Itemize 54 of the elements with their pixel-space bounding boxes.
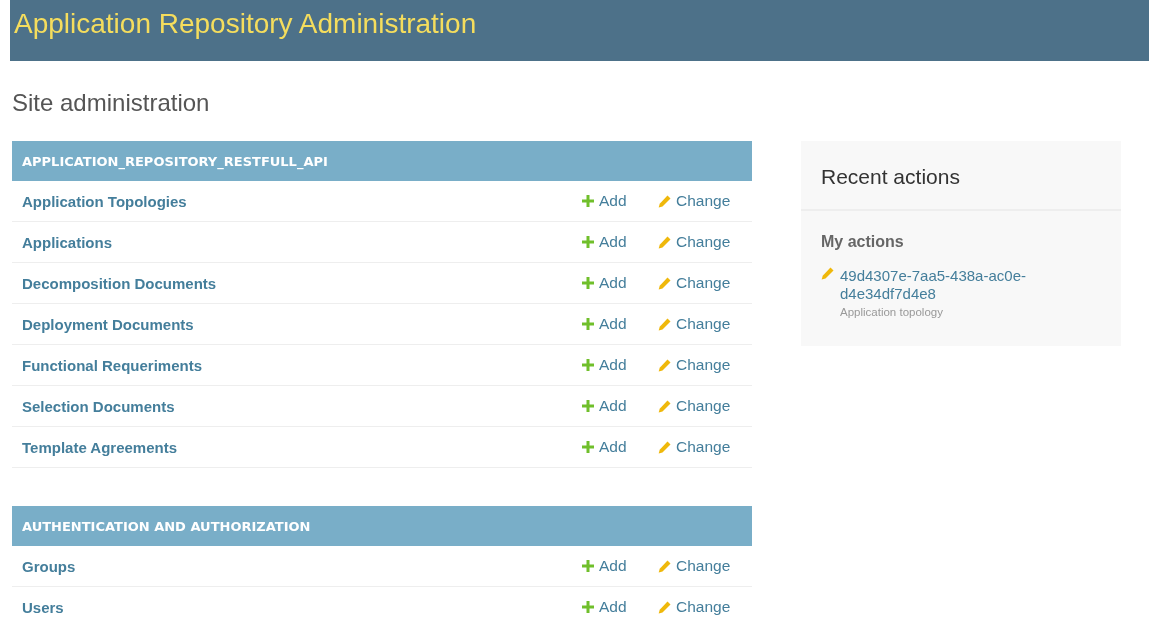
change-link[interactable]: Change [658, 598, 742, 616]
pencil-icon [821, 267, 834, 280]
add-link[interactable]: Add [582, 598, 658, 616]
model-link[interactable]: Groups [22, 557, 582, 575]
plus-icon [582, 359, 594, 371]
change-link[interactable]: Change [658, 397, 742, 415]
change-link[interactable]: Change [658, 315, 742, 333]
change-link[interactable]: Change [658, 557, 742, 575]
pencil-icon [658, 559, 671, 573]
add-link[interactable]: Add [582, 315, 658, 333]
plus-icon [582, 400, 594, 412]
add-link[interactable]: Add [582, 397, 658, 415]
plus-icon [582, 277, 594, 289]
action-type: Application topology [840, 306, 944, 318]
pencil-icon [658, 399, 671, 413]
add-link[interactable]: Add [582, 274, 658, 292]
model-link[interactable]: Applications [22, 233, 582, 251]
module-caption: APPLICATION_REPOSITORY_RESTFULL_API [12, 141, 752, 181]
add-link[interactable]: Add [582, 192, 658, 210]
action-link[interactable]: 49d4307e-7aa5-438a-ac0e-d4e34df7d4e8 [840, 267, 1055, 303]
pencil-icon [658, 276, 671, 290]
plus-icon [582, 195, 594, 207]
plus-icon [582, 601, 594, 613]
add-link[interactable]: Add [582, 438, 658, 456]
model-link[interactable]: Functional Requeriments [22, 356, 582, 374]
change-link[interactable]: Change [658, 356, 742, 374]
change-link[interactable]: Change [658, 233, 742, 251]
model-link[interactable]: Template Agreements [22, 438, 582, 456]
site-title: Application Repository Administration [14, 7, 477, 40]
change-link[interactable]: Change [658, 192, 742, 210]
add-link[interactable]: Add [582, 356, 658, 374]
change-link[interactable]: Change [658, 438, 742, 456]
change-link[interactable]: Change [658, 274, 742, 292]
plus-icon [582, 236, 594, 248]
model-link[interactable]: Users [22, 598, 582, 616]
pencil-icon [658, 600, 671, 614]
page-title: Site administration [12, 89, 211, 117]
model-link[interactable]: Application Topologies [22, 192, 582, 210]
plus-icon [582, 441, 594, 453]
pencil-icon [658, 317, 671, 331]
model-link[interactable]: Decomposition Documents [22, 274, 582, 292]
plus-icon [582, 560, 594, 572]
model-link[interactable]: Deployment Documents [22, 315, 582, 333]
pencil-icon [658, 440, 671, 454]
add-link[interactable]: Add [582, 557, 658, 575]
model-link[interactable]: Selection Documents [22, 397, 582, 415]
plus-icon [582, 318, 594, 330]
pencil-icon [658, 194, 671, 208]
panel-subtitle: My actions [821, 233, 905, 251]
pencil-icon [658, 358, 671, 372]
pencil-icon [658, 235, 671, 249]
panel-title: Recent actions [801, 141, 1121, 211]
module-caption: AUTHENTICATION AND AUTHORIZATION [12, 506, 752, 546]
add-link[interactable]: Add [582, 233, 658, 251]
